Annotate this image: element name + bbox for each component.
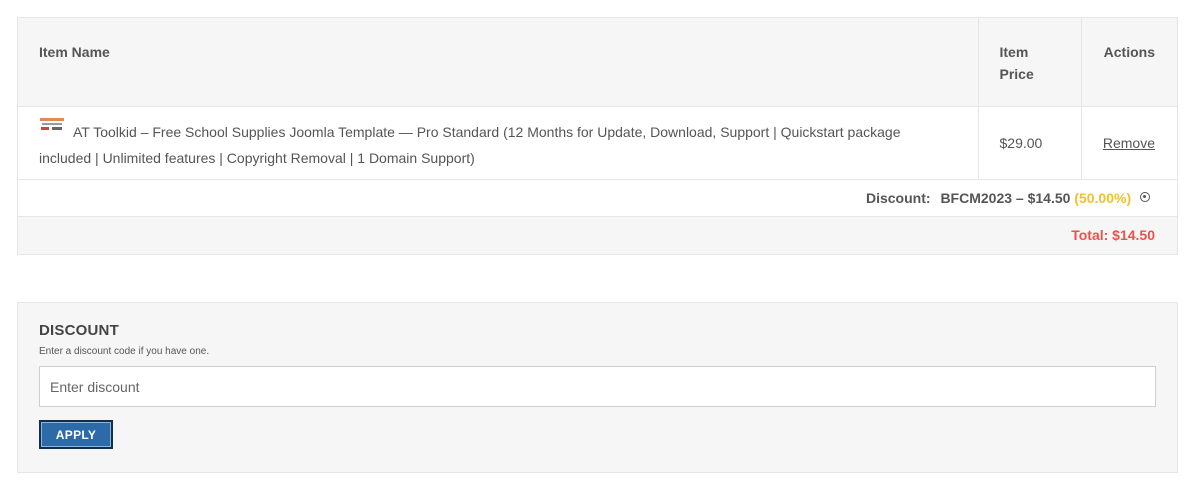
column-header-actions: Actions bbox=[1080, 18, 1177, 107]
column-header-item-name: Item Name bbox=[18, 18, 978, 107]
column-header-item-price: Item Price bbox=[977, 18, 1081, 107]
item-name: AT Toolkid – Free School Supplies Joomla… bbox=[39, 123, 901, 166]
apply-discount-button[interactable]: APPLY bbox=[39, 420, 113, 449]
product-thumbnail bbox=[39, 115, 65, 133]
remove-item-link[interactable]: Remove bbox=[1103, 135, 1155, 151]
discount-title: DISCOUNT bbox=[39, 322, 119, 339]
cart-total: Total: $14.50 bbox=[18, 216, 1177, 254]
cart-item-row: AT Toolkid – Free School Supplies Joomla… bbox=[18, 106, 1177, 180]
remove-discount-icon[interactable] bbox=[1140, 191, 1150, 202]
discount-row: Discount: BFCM2023 – $14.50 (50.00%) bbox=[18, 179, 1177, 217]
discount-code-amount: BFCM2023 – $14.50 bbox=[940, 189, 1071, 206]
discount-form: DISCOUNT Enter a discount code if you ha… bbox=[17, 302, 1178, 473]
cart-table: Item Name Item Price Actions AT Toolkid –… bbox=[17, 17, 1178, 255]
item-price: $29.00 bbox=[977, 106, 1081, 180]
discount-help-text: Enter a discount code if you have one. bbox=[39, 346, 210, 357]
discount-percent: (50.00%) bbox=[1074, 189, 1132, 206]
total-row: Total: $14.50 bbox=[18, 216, 1177, 254]
item-actions-cell: Remove bbox=[1080, 106, 1177, 180]
cart-header-row: Item Name Item Price Actions bbox=[18, 18, 1177, 107]
discount-label: Discount: bbox=[865, 189, 931, 206]
column-header-price-line1: Item bbox=[999, 44, 1029, 60]
discount-code-input[interactable] bbox=[39, 366, 1156, 407]
column-header-price-line2: Price bbox=[999, 66, 1034, 82]
item-name-cell: AT Toolkid – Free School Supplies Joomla… bbox=[18, 106, 978, 180]
discount-summary: Discount: BFCM2023 – $14.50 (50.00%) bbox=[18, 179, 1177, 217]
